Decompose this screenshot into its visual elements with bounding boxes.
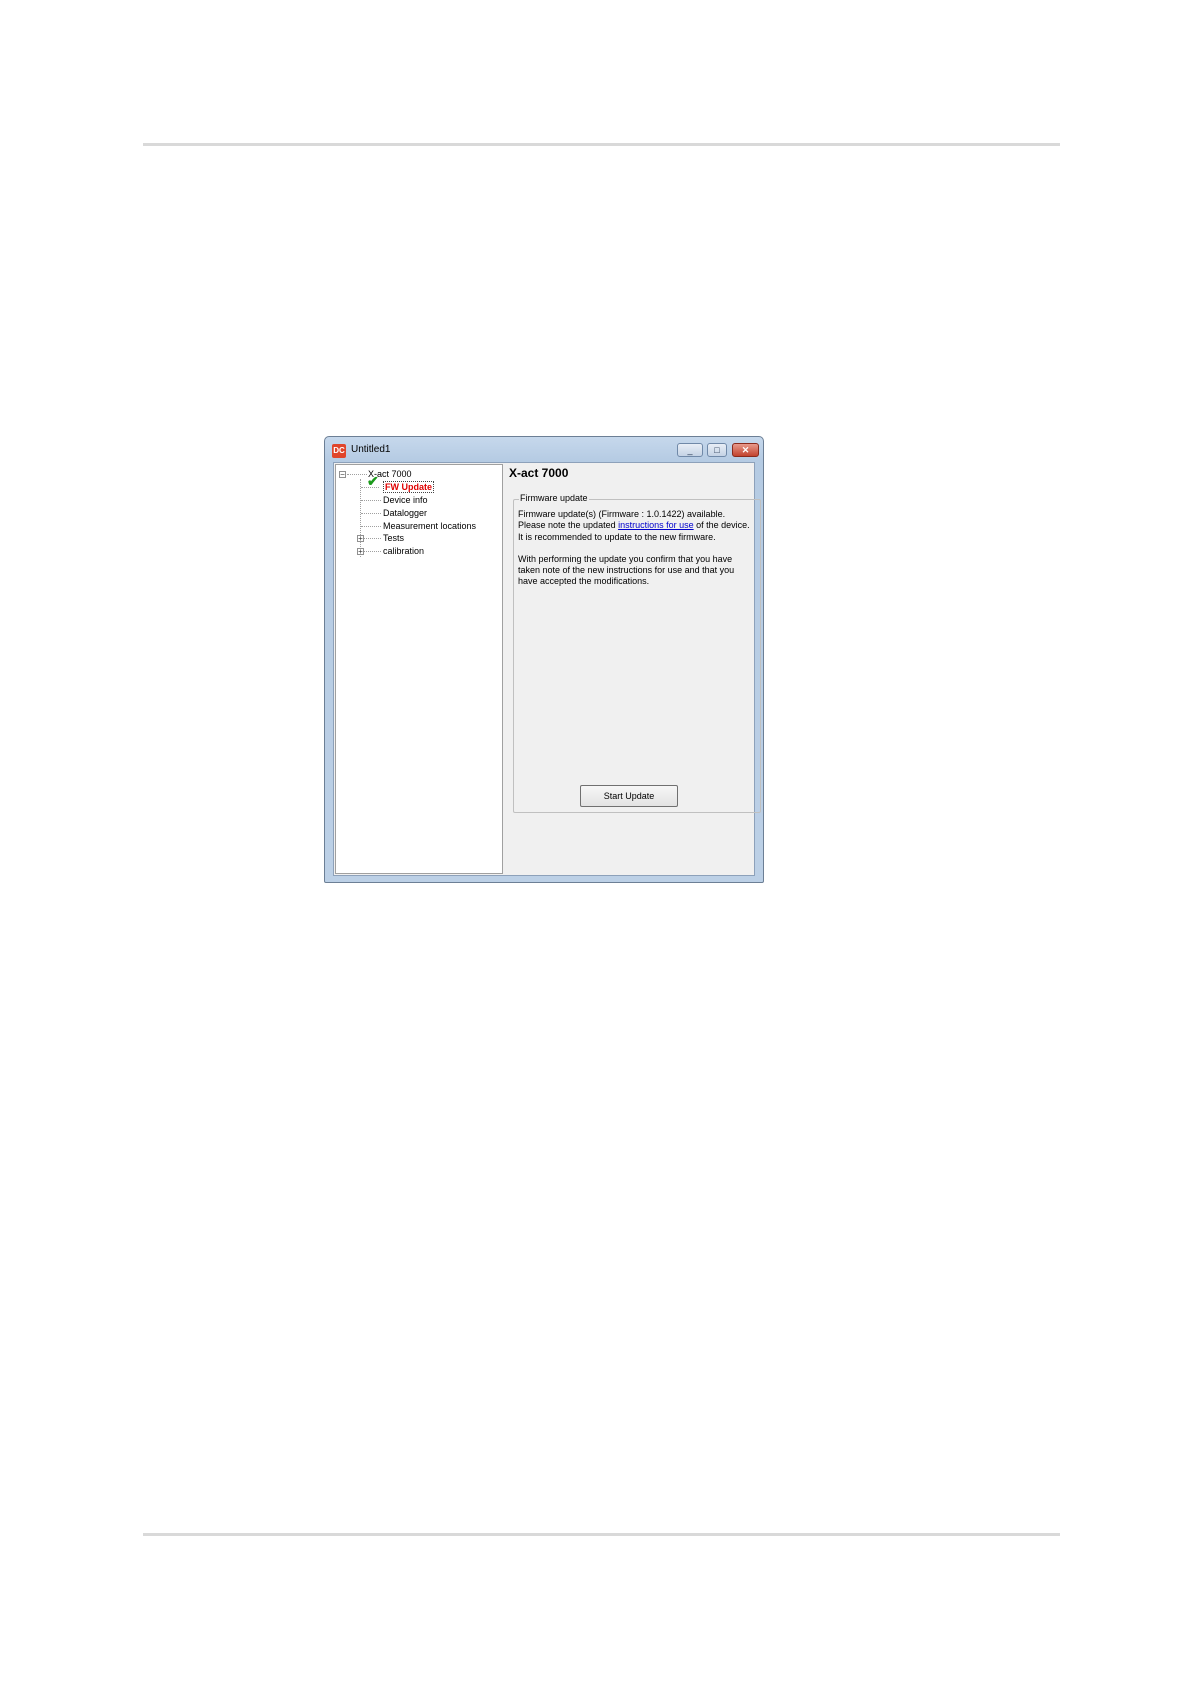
tree-connector <box>364 538 381 539</box>
tree-item-fw-update[interactable]: FW Update <box>383 481 434 494</box>
footer-rule <box>143 1533 1060 1536</box>
note-text: Please note the updated <box>518 520 619 531</box>
title-bar[interactable]: DC Untitled1 _ □ ✕ <box>325 437 763 462</box>
maximize-button[interactable]: □ <box>707 443 727 457</box>
start-update-button[interactable]: Start Update <box>580 785 678 807</box>
tree-item-label: FW Update <box>383 481 434 493</box>
tree-item-device-info[interactable]: Device info <box>383 494 428 507</box>
group-title: Firmware update <box>519 493 589 503</box>
device-title: X-act 7000 <box>509 466 569 480</box>
tree-connector <box>361 526 381 527</box>
tree-item-tests[interactable]: Tests <box>383 532 404 545</box>
close-button[interactable]: ✕ <box>732 443 759 457</box>
instructions-link[interactable]: instructions for use <box>618 520 694 530</box>
collapse-icon[interactable]: − <box>339 471 346 479</box>
tree-connector <box>361 513 381 514</box>
header-rule <box>143 143 1060 146</box>
expand-icon[interactable]: + <box>357 548 364 556</box>
note-text-end: of the device. <box>693 520 750 531</box>
update-available-text: Firmware update(s) (Firmware : 1.0.1422)… <box>518 509 726 519</box>
expand-icon[interactable]: + <box>357 535 364 543</box>
firmware-update-group: Firmware update Firmware update(s) (Firm… <box>513 493 761 813</box>
recommendation-text: It is recommended to update to the new f… <box>518 531 716 542</box>
app-icon: DC <box>332 444 346 458</box>
tree-connector <box>347 474 367 475</box>
app-window: DC Untitled1 _ □ ✕ − X-act 7000 ✔ FW Upd… <box>324 436 764 883</box>
update-info: Firmware update(s) (Firmware : 1.0.1422)… <box>518 509 756 543</box>
navigation-tree[interactable]: − X-act 7000 ✔ FW Update Device info Dat… <box>335 464 503 874</box>
tree-connector <box>361 500 381 501</box>
window-title: Untitled1 <box>351 444 391 455</box>
client-area: − X-act 7000 ✔ FW Update Device info Dat… <box>333 462 761 876</box>
tree-item-calibration[interactable]: calibration <box>383 545 424 558</box>
tree-connector <box>364 551 381 552</box>
minimize-button[interactable]: _ <box>677 443 703 457</box>
confirmation-text: With performing the update you confirm t… <box>518 553 735 587</box>
group-text: Firmware update(s) (Firmware : 1.0.1422)… <box>518 509 756 599</box>
checkmark-icon: ✔ <box>367 473 379 489</box>
tree-connector <box>360 479 361 557</box>
tree-item-datalogger[interactable]: Datalogger <box>383 507 427 520</box>
